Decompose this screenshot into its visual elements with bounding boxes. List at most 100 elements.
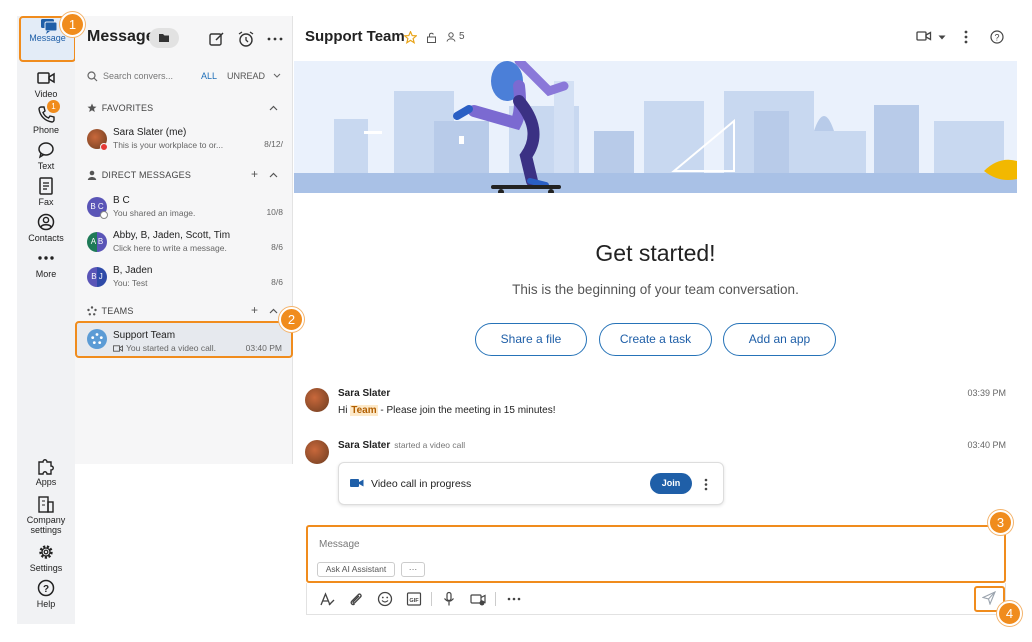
conversation-title: Support Team <box>305 28 405 45</box>
nav-label: Text <box>37 161 55 171</box>
more-options-button[interactable]: ··· <box>401 562 425 577</box>
message-author[interactable]: Sara Slater started a video call <box>338 440 465 451</box>
unlock-icon[interactable] <box>426 32 437 43</box>
more-options-icon[interactable] <box>266 30 284 48</box>
nav-item-more[interactable]: More <box>17 249 75 279</box>
conversation-preview: Click here to write a message. <box>113 243 227 253</box>
gif-icon[interactable]: GIF <box>406 591 422 607</box>
message-input[interactable]: Message Ask AI Assistant ··· <box>306 525 1006 583</box>
puzzle-icon <box>38 459 54 475</box>
presence-offline-dot <box>100 211 108 219</box>
nav-item-apps[interactable]: Apps <box>17 457 75 487</box>
message-action: started a video call <box>394 440 466 450</box>
presence-dnd-dot <box>100 143 108 151</box>
teams-section-header[interactable]: TEAMS <box>87 306 134 316</box>
add-icon[interactable]: + <box>251 167 258 181</box>
conversation-preview: You shared an image. <box>113 208 196 218</box>
conversation-item[interactable]: Sara Slater (me) This is your workplace … <box>85 126 285 156</box>
emoji-icon[interactable] <box>377 591 393 607</box>
share-file-button[interactable]: Share a file <box>475 323 587 356</box>
collapse-icon[interactable] <box>269 105 278 111</box>
join-call-button[interactable]: Join <box>650 473 692 494</box>
conversation-item[interactable]: A B Abby, B, Jaden, Scott, Tim Click her… <box>85 229 285 259</box>
composer-toolbar: GIF <box>306 583 1006 615</box>
nav-item-fax[interactable]: Fax <box>17 177 75 207</box>
add-app-button[interactable]: Add an app <box>723 323 836 356</box>
conversation-item[interactable]: B J B, Jaden You: Test 8/6 <box>85 264 285 294</box>
building-icon <box>38 496 54 513</box>
help-icon[interactable]: ? <box>990 30 1004 44</box>
nav-item-contacts[interactable]: Contacts <box>17 213 75 243</box>
nav-item-phone[interactable]: Phone <box>17 105 75 135</box>
collapse-icon[interactable] <box>269 172 278 178</box>
star-icon[interactable] <box>404 31 417 44</box>
message-text-part: - Please join the meeting in 15 minutes! <box>377 405 556 416</box>
intro-subtitle: This is the beginning of your team conve… <box>512 282 799 297</box>
fax-icon <box>39 177 53 195</box>
message-author[interactable]: Sara Slater <box>338 388 390 399</box>
conversation-main: Support Team 5 ? Get started! This is th… <box>294 16 1017 642</box>
nav-label: Video <box>34 89 58 99</box>
sms-icon <box>38 142 54 159</box>
filter-all-tab[interactable]: ALL <box>201 71 217 81</box>
toolbar-divider <box>495 592 496 606</box>
avatar[interactable] <box>305 440 329 464</box>
nav-item-text[interactable]: Text <box>17 141 75 171</box>
microphone-icon[interactable] <box>441 591 457 607</box>
attachment-icon[interactable] <box>348 591 364 607</box>
message-item: Sara Slater 03:39 PM Hi Team - Please jo… <box>305 388 1006 424</box>
chevron-down-icon[interactable] <box>273 73 281 79</box>
conversation-item[interactable]: B C B C You shared an image. 10/8 <box>85 194 285 224</box>
welcome-banner-illustration <box>294 61 1017 193</box>
favorites-section-header[interactable]: FAVORITES <box>87 103 153 113</box>
nav-item-company-settings[interactable]: Company settings <box>17 495 75 535</box>
message-placeholder: Message <box>319 539 360 550</box>
member-count[interactable]: 5 <box>459 31 465 42</box>
video-call-icon[interactable] <box>916 30 932 42</box>
more-horizontal-icon[interactable] <box>506 591 522 607</box>
compose-icon[interactable] <box>208 30 226 48</box>
mention-tag[interactable]: Team <box>350 405 378 416</box>
team-icon <box>91 333 103 344</box>
more-vertical-icon[interactable] <box>964 30 968 44</box>
conversation-time: 03:40 PM <box>245 343 282 353</box>
nav-item-help[interactable]: ? Help <box>17 579 75 609</box>
chevron-down-icon[interactable] <box>938 35 946 40</box>
video-message-icon[interactable] <box>470 591 486 607</box>
alarm-icon[interactable] <box>237 30 255 48</box>
ask-ai-assistant-button[interactable]: Ask AI Assistant <box>317 562 395 577</box>
conversation-name: Sara Slater (me) <box>113 127 187 138</box>
filter-unread-tab[interactable]: UNREAD <box>227 71 265 81</box>
nav-item-video[interactable]: Video <box>17 69 75 99</box>
conversation-time: 8/6 <box>271 277 283 287</box>
app-window: Message Video Phone 1 Text Fax Contacts … <box>0 0 1032 642</box>
text-format-icon[interactable] <box>319 591 335 607</box>
video-call-card: Video call in progress Join <box>338 462 724 505</box>
city-skater-illustration <box>294 61 1017 193</box>
search-input[interactable]: Search convers... ALL UNREAD <box>85 68 285 86</box>
star-icon <box>87 103 97 112</box>
nav-label: Company settings <box>26 515 66 535</box>
folder-icon <box>159 34 169 42</box>
more-vertical-icon[interactable] <box>704 478 708 491</box>
list-title: Message <box>87 28 155 45</box>
conversation-item-support-team[interactable]: Support Team You started a video call. 0… <box>75 321 293 358</box>
conversation-time: 10/8 <box>266 207 283 217</box>
folder-button[interactable] <box>149 28 179 48</box>
collapse-icon[interactable] <box>269 308 278 314</box>
nav-item-settings[interactable]: Settings <box>17 543 75 573</box>
conversation-time: 8/12/ <box>264 139 283 149</box>
members-icon[interactable] <box>446 32 456 42</box>
conversation-name: B C <box>113 195 130 206</box>
direct-messages-section-header[interactable]: DIRECT MESSAGES <box>87 170 191 180</box>
message-text: Hi Team - Please join the meeting in 15 … <box>338 405 556 416</box>
section-label: DIRECT MESSAGES <box>101 170 192 180</box>
add-icon[interactable]: + <box>251 303 258 317</box>
avatar[interactable] <box>305 388 329 412</box>
create-task-button[interactable]: Create a task <box>599 323 712 356</box>
search-icon <box>87 71 98 82</box>
conversation-name: Support Team <box>113 330 176 341</box>
message-time: 03:39 PM <box>967 388 1006 398</box>
conversation-preview: This is your workplace to or... <box>113 140 224 150</box>
nav-label: More <box>35 269 57 279</box>
